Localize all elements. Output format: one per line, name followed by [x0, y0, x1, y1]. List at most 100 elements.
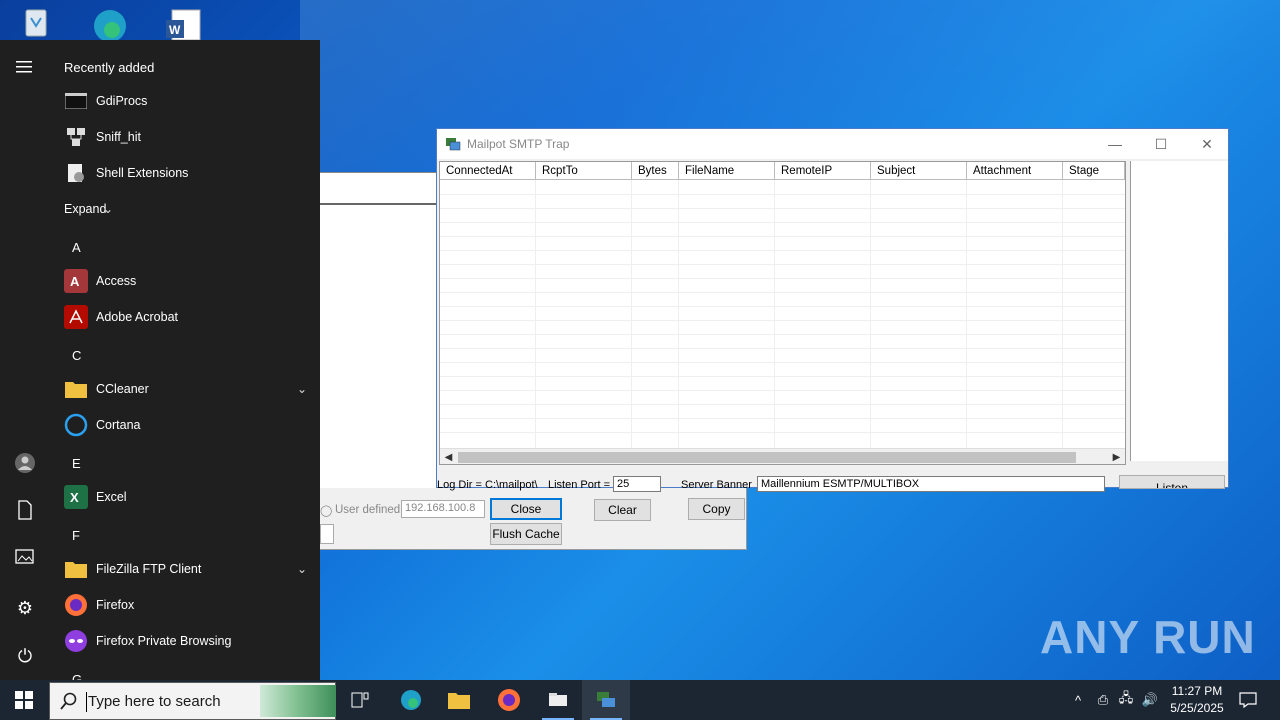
col-filename[interactable]: FileName: [679, 162, 775, 180]
close-button[interactable]: Close: [490, 498, 562, 520]
scroll-thumb[interactable]: [458, 452, 1076, 463]
pictures-icon[interactable]: [13, 548, 37, 572]
svg-text:W: W: [169, 23, 181, 37]
col-bytes[interactable]: Bytes: [632, 162, 679, 180]
ip-address-field[interactable]: 192.168.100.8: [401, 500, 485, 518]
server-banner-field[interactable]: Maillennium ESMTP/MULTIBOX: [757, 476, 1105, 492]
grid-col-divider: [631, 180, 632, 448]
user-account-icon[interactable]: [13, 452, 37, 476]
col-attachment[interactable]: Attachment: [967, 162, 1063, 180]
window-separator: [320, 203, 437, 205]
clear-button[interactable]: Clear: [594, 499, 651, 521]
grid-row-divider: [440, 222, 1125, 223]
chevron-down-icon[interactable]: ⌄: [292, 382, 312, 396]
start-item-label: Excel: [96, 490, 127, 504]
notification-icon[interactable]: [1234, 680, 1262, 720]
show-hidden-icons-icon[interactable]: ^: [1068, 680, 1088, 720]
listen-port-field[interactable]: 25: [613, 476, 661, 492]
col-rcptto[interactable]: RcptTo: [536, 162, 632, 180]
search-highlight-image: [260, 685, 336, 717]
listen-button[interactable]: Listen: [1119, 475, 1225, 489]
start-item-gdiprocs[interactable]: GdiProcs: [56, 83, 312, 119]
chevron-down-icon: ⌄: [102, 202, 114, 216]
start-item-adobe-acrobat[interactable]: Adobe Acrobat: [56, 299, 312, 335]
hamburger-menu-icon[interactable]: [13, 56, 37, 80]
start-item-firefox-private[interactable]: Firefox Private Browsing: [56, 623, 312, 659]
windows-start-icon[interactable]: [0, 680, 48, 720]
flush-cache-button[interactable]: Flush Cache: [490, 523, 562, 545]
start-rail: ⚙ ⏻: [0, 40, 50, 680]
letter-header-e[interactable]: E: [72, 456, 81, 471]
edge-icon[interactable]: [88, 4, 128, 42]
recycle-bin-icon[interactable]: [16, 4, 56, 40]
letter-header-g[interactable]: G: [72, 672, 82, 680]
start-item-excel[interactable]: X Excel: [56, 479, 312, 515]
mailpot-body: ConnectedAt RcptTo Bytes FileName Remote…: [437, 159, 1228, 492]
letter-header-a[interactable]: A: [72, 240, 81, 255]
firefox-private-icon: [64, 629, 88, 653]
scroll-right-icon[interactable]: ▶: [1108, 449, 1125, 464]
start-item-label: CCleaner: [96, 382, 149, 396]
volume-icon[interactable]: 🔊: [1139, 680, 1161, 720]
col-connectedat[interactable]: ConnectedAt: [440, 162, 536, 180]
firefox-taskbar-icon[interactable]: [485, 680, 533, 720]
list-fragment: [320, 524, 334, 544]
search-icon: [60, 692, 78, 715]
mailpot-app-icon: [445, 136, 461, 157]
network-tray-icon[interactable]: 🖧: [1116, 680, 1136, 720]
start-menu: ⚙ ⏻ Recently added GdiProcs Sniff_hit Sh…: [0, 40, 320, 680]
grid-row-divider: [440, 250, 1125, 251]
documents-icon[interactable]: [13, 500, 37, 524]
start-item-label: Adobe Acrobat: [96, 310, 179, 324]
grid-row-divider: [440, 362, 1125, 363]
col-stage[interactable]: Stage: [1063, 162, 1125, 180]
running-app-taskbar-icon[interactable]: [534, 680, 582, 720]
start-item-cortana[interactable]: Cortana: [56, 407, 312, 443]
cortana-icon: [64, 413, 88, 437]
clock[interactable]: 11:27 PM 5/25/2025: [1164, 683, 1230, 717]
close-window-button[interactable]: ✕: [1184, 129, 1230, 159]
grid-row-divider: [440, 264, 1125, 265]
settings-gear-icon[interactable]: ⚙: [13, 596, 37, 620]
grid-row-divider: [440, 194, 1125, 195]
expand-link[interactable]: Expand ⌄: [56, 191, 176, 227]
device-icon[interactable]: ⎙: [1093, 680, 1113, 720]
start-item-label: Firefox: [96, 598, 135, 612]
word-icon[interactable]: W: [164, 4, 204, 41]
recently-added-header: Recently added: [64, 60, 155, 75]
letter-header-c[interactable]: C: [72, 348, 81, 363]
edge-taskbar-icon[interactable]: [387, 680, 435, 720]
radio-user-defined[interactable]: ◯: [320, 504, 332, 517]
file-explorer-icon[interactable]: [435, 680, 483, 720]
grid-row-divider: [440, 292, 1125, 293]
start-item-firefox[interactable]: Firefox: [56, 587, 312, 623]
server-banner-label: Server Banner: [681, 479, 752, 491]
start-item-sniff-hit[interactable]: Sniff_hit: [56, 119, 312, 155]
network-icon: [64, 125, 88, 149]
col-remoteip[interactable]: RemoteIP: [775, 162, 871, 180]
taskbar-search-box[interactable]: Type here to search: [49, 682, 336, 720]
connections-grid[interactable]: ConnectedAt RcptTo Bytes FileName Remote…: [439, 161, 1126, 465]
clock-time: 11:27 PM: [1171, 684, 1223, 698]
horizontal-scrollbar[interactable]: ◀ ▶: [440, 448, 1125, 464]
start-item-shell-extensions[interactable]: Shell Extensions: [56, 155, 312, 191]
start-item-label: Firefox Private Browsing: [96, 634, 232, 648]
minimize-button[interactable]: —: [1092, 129, 1138, 159]
mailpot-titlebar[interactable]: Mailpot SMTP Trap — ☐ ✕: [437, 129, 1228, 159]
firefox-icon: [64, 593, 88, 617]
letter-header-f[interactable]: F: [72, 528, 80, 543]
mailpot-taskbar-icon[interactable]: [582, 680, 630, 720]
start-item-ccleaner[interactable]: CCleaner ⌄: [56, 371, 312, 407]
power-icon[interactable]: ⏻: [13, 644, 37, 668]
anyrun-watermark: ANY RUN: [1040, 611, 1256, 663]
task-view-icon[interactable]: [336, 680, 384, 720]
col-subject[interactable]: Subject: [871, 162, 967, 180]
maximize-button[interactable]: ☐: [1138, 129, 1184, 159]
start-item-filezilla[interactable]: FileZilla FTP Client ⌄: [56, 551, 312, 587]
scroll-left-icon[interactable]: ◀: [440, 449, 457, 464]
access-icon: A: [64, 269, 88, 293]
start-item-access[interactable]: A Access: [56, 263, 312, 299]
copy-button[interactable]: Copy: [688, 498, 745, 520]
start-item-label: Shell Extensions: [96, 166, 189, 180]
chevron-down-icon[interactable]: ⌄: [292, 562, 312, 576]
